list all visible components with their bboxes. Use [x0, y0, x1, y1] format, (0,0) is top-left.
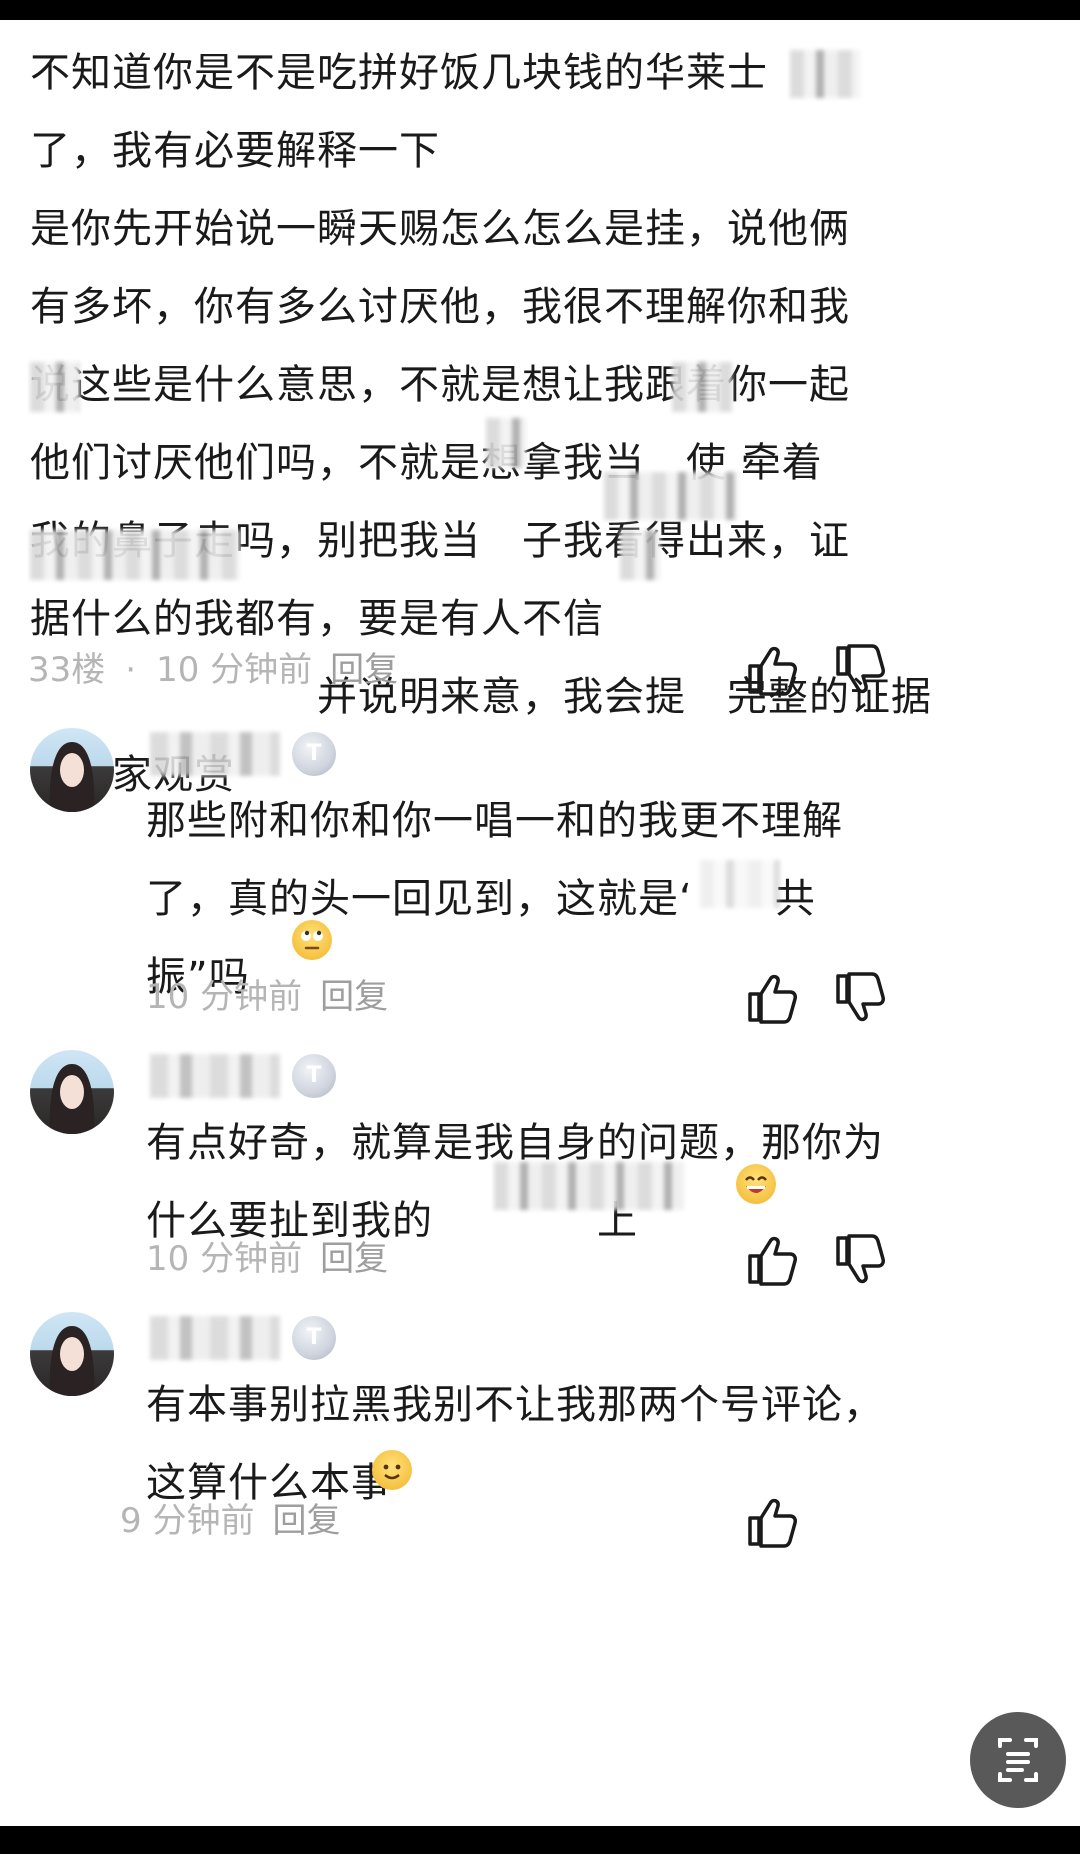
thumbs-down-icon[interactable]: [832, 642, 888, 698]
thumbs-down-icon[interactable]: [832, 1232, 888, 1288]
comment-time: 10 分钟前: [146, 977, 303, 1017]
thumbs-up-icon[interactable]: [744, 1232, 800, 1288]
main-comment-meta: 33楼 · 10 分钟前 回复: [28, 645, 398, 695]
meta-separator: ·: [125, 650, 137, 690]
reply-button[interactable]: 回复: [272, 1501, 340, 1541]
username[interactable]: [150, 1316, 280, 1360]
avatar[interactable]: [30, 1312, 114, 1396]
redaction-blur: [700, 860, 780, 908]
text-scan-icon: [998, 1738, 1038, 1782]
redaction-blur: [30, 530, 240, 580]
rolling-eyes-emoji: [292, 920, 332, 960]
comment-time: 10 分钟前: [146, 1239, 303, 1279]
floor-number: 33楼: [28, 650, 106, 690]
smiling-emoji: [372, 1450, 412, 1490]
redaction-blur: [486, 418, 526, 468]
thumbs-down-icon[interactable]: [832, 970, 888, 1026]
grinning-emoji: [736, 1164, 776, 1204]
redaction-blur: [620, 530, 660, 580]
redaction-blur: [672, 362, 732, 412]
comment-time: 10 分钟前: [156, 650, 313, 690]
redaction-blur: [30, 362, 80, 412]
redaction-blur: [790, 50, 860, 98]
reply-meta: 10 分钟前 回复: [146, 972, 388, 1022]
badge-icon: T: [292, 1316, 336, 1360]
reply-meta: 10 分钟前 回复: [146, 1234, 388, 1284]
badge-icon: T: [292, 1054, 336, 1098]
avatar[interactable]: [30, 728, 114, 812]
username[interactable]: [150, 1054, 280, 1098]
reply-meta: 9 分钟前 回复: [120, 1496, 340, 1546]
reply-button[interactable]: 回复: [320, 1239, 388, 1279]
comment-time: 9 分钟前: [120, 1501, 255, 1541]
thumbs-up-icon[interactable]: [744, 642, 800, 698]
redaction-blur: [604, 472, 738, 520]
comment-screen: 不知道你是不是吃拼好饭几块钱的华莱士 了，我有必要解释一下 是你先开始说一瞬天赐…: [0, 20, 1080, 1826]
avatar[interactable]: [30, 1050, 114, 1134]
redaction-blur: [494, 1162, 684, 1210]
reply-button[interactable]: 回复: [330, 650, 398, 690]
username[interactable]: [150, 732, 280, 776]
thumbs-up-icon[interactable]: [744, 970, 800, 1026]
badge-icon: T: [292, 732, 336, 776]
thumbs-up-icon[interactable]: [744, 1494, 800, 1550]
reply-button[interactable]: 回复: [320, 977, 388, 1017]
status-bar: [0, 0, 1080, 20]
text-scan-button[interactable]: [970, 1712, 1066, 1808]
navigation-bar: [0, 1826, 1080, 1854]
